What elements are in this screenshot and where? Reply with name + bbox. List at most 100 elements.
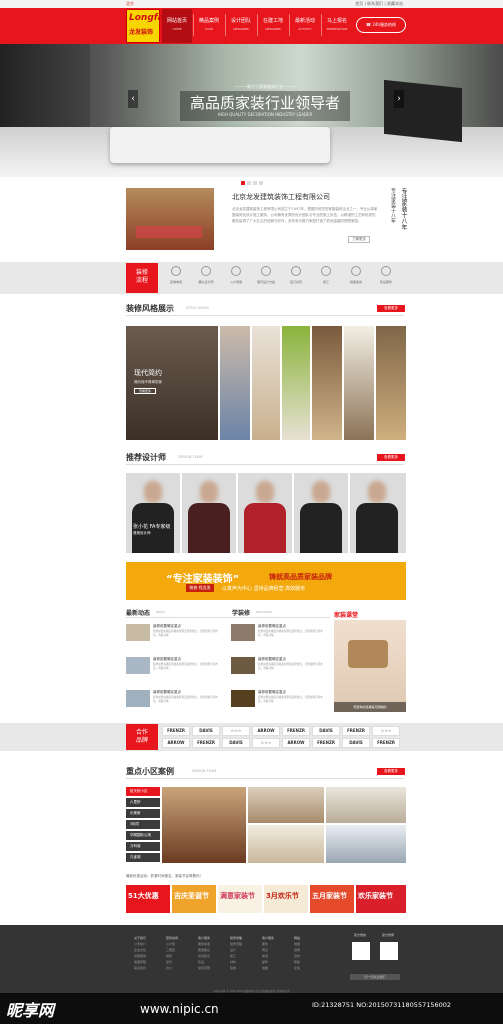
footer-link[interactable]: 帮助	[294, 960, 300, 964]
case-tab[interactable]: 万科城	[126, 842, 160, 851]
case-tab[interactable]: 孔雀城	[126, 853, 160, 862]
case-tab[interactable]: 航天桥小区	[126, 787, 160, 796]
process-step[interactable]: 施工	[314, 266, 338, 284]
partner-logo[interactable]: DAVIS	[192, 726, 220, 736]
footer-link[interactable]: 邮件	[262, 960, 268, 964]
list-item[interactable]: 装修前要确定重点 装修前要先确定风格和预算及装修重点，合理规划空间布局。查看详情	[231, 657, 327, 685]
style-tile[interactable]	[252, 326, 280, 440]
nav-item-reservation[interactable]: 马上报名 RESERVATION	[322, 9, 352, 43]
footer-link[interactable]: 材料	[230, 960, 236, 964]
ad-banner[interactable]: 3月欢乐节	[264, 885, 308, 913]
footer-link[interactable]: 联系我们	[134, 966, 146, 970]
footer-link[interactable]: 常见问题	[198, 966, 210, 970]
partner-logo[interactable]: FRENZR	[372, 738, 400, 748]
city-label[interactable]: 北京	[126, 1, 134, 7]
footer-link[interactable]: 企业文化	[134, 948, 146, 952]
footer-link[interactable]: 小户型	[166, 942, 175, 946]
ad-banner[interactable]: 五月家装节	[310, 885, 354, 913]
footer-link[interactable]: 验收	[230, 966, 236, 970]
footer-link[interactable]: 招聘	[294, 948, 300, 952]
hero-dot[interactable]	[246, 181, 251, 185]
case-tab[interactable]: 华顺国际公寓	[126, 831, 160, 840]
footer-link[interactable]: 合作	[294, 954, 300, 958]
hotline-badge[interactable]: ☎ 24h服务热线	[356, 17, 406, 33]
designer-card[interactable]	[182, 473, 236, 553]
partner-logo[interactable]: FRENZR	[162, 726, 190, 736]
hero-dot[interactable]	[240, 181, 245, 185]
nav-item-site[interactable]: 在建工地 DESIGNER	[258, 9, 288, 43]
partner-logo[interactable]: FRENZR	[282, 726, 310, 736]
process-step[interactable]: 售后服务	[374, 266, 398, 284]
designer-card[interactable]	[126, 473, 180, 553]
style-tile[interactable]	[312, 326, 342, 440]
designer-more-button[interactable]: 查看更多	[377, 454, 405, 461]
footer-link[interactable]: 施工	[230, 954, 236, 958]
footer-link[interactable]: 地图	[294, 942, 300, 946]
partner-logo[interactable]: FRENZR	[342, 726, 370, 736]
nav-item-case[interactable]: 精品案例 CASE	[194, 9, 224, 43]
about-more-button[interactable]: 了解更多	[348, 236, 370, 243]
case-image[interactable]	[326, 787, 406, 823]
designer-card[interactable]	[294, 473, 348, 553]
ad-banner[interactable]: 吉庆圣诞节	[172, 885, 216, 913]
partner-logo[interactable]: ARROW	[282, 738, 310, 748]
cases-more-button[interactable]: 查看更多	[377, 768, 405, 775]
nav-item-home[interactable]: 网站首页 HOME	[162, 9, 192, 43]
case-image[interactable]	[248, 825, 324, 863]
partner-logo[interactable]: FRENZR	[312, 738, 340, 748]
footer-link[interactable]: 公司简介	[134, 942, 146, 946]
footer-link[interactable]: 资质荣誉	[134, 954, 146, 958]
list-item[interactable]: 装修前要确定重点 装修前要先确定风格和预算及装修重点，合理规划空间布局。查看详情	[231, 690, 327, 718]
footer-link[interactable]: 服务承诺	[198, 942, 210, 946]
footer-link[interactable]: 发展历程	[134, 960, 146, 964]
hero-prev-arrow-icon[interactable]: ‹	[128, 90, 138, 108]
footer-link[interactable]: 三居室	[166, 948, 175, 952]
footer-link[interactable]: 服务	[262, 942, 268, 946]
partner-logo[interactable]: FRENZR	[192, 738, 220, 748]
ad-banner[interactable]: 欢乐家装节	[356, 885, 406, 913]
case-tab[interactable]: 3街坊	[126, 820, 160, 829]
footer-link[interactable]: 网点	[262, 948, 268, 952]
list-item[interactable]: 装修前要确定重点 装修前要先确定风格和预算及装修重点，合理规划空间布局。查看详情	[126, 657, 222, 685]
logo[interactable]: Longfa 龙发装饰	[126, 9, 164, 43]
style-more-button[interactable]: 查看更多	[377, 305, 405, 312]
ad-banner[interactable]: 满意家装节	[218, 885, 262, 913]
footer-link[interactable]: 复式	[166, 960, 172, 964]
style-tile[interactable]	[282, 326, 310, 440]
style-view-button[interactable]: 查看更多	[134, 388, 156, 394]
style-tile[interactable]	[344, 326, 374, 440]
case-image[interactable]	[248, 787, 324, 823]
footer-link[interactable]: 别墅	[166, 954, 172, 958]
decorate-promo[interactable]: 家装课堂 家装你的选择是无限制的	[334, 610, 406, 712]
partner-logo[interactable]: ☆☆☆	[372, 726, 400, 736]
partner-logo[interactable]: ARROW	[252, 726, 280, 736]
case-tab[interactable]: 六里桥	[126, 798, 160, 807]
process-step[interactable]: 签订合同	[284, 266, 308, 284]
process-step[interactable]: 量尺设计方案	[254, 266, 278, 284]
hero-dot[interactable]	[252, 181, 257, 185]
footer-link[interactable]: 办公	[166, 966, 172, 970]
partner-logo[interactable]: ☆☆☆	[222, 726, 250, 736]
footer-link[interactable]: 质量保证	[198, 948, 210, 952]
partner-logo[interactable]: DAVIS	[342, 738, 370, 748]
designer-card[interactable]	[238, 473, 292, 553]
top-links[interactable]: 首页 | 联系我们 | 收藏本站	[355, 1, 403, 7]
footer-link[interactable]: 投诉建议	[198, 954, 210, 958]
style-tile[interactable]	[376, 326, 406, 440]
nav-item-activity[interactable]: 最新活动 ACTIVITY	[290, 9, 320, 43]
list-item[interactable]: 装修前要确定重点 装修前要先确定风格和预算及装修重点，合理规划空间布局。查看详情	[126, 624, 222, 652]
footer-link[interactable]: 设计	[230, 948, 236, 952]
footer-link[interactable]: 装修流程	[230, 942, 242, 946]
hero-next-arrow-icon[interactable]: ›	[394, 90, 404, 108]
follow-button[interactable]: 扫一扫关注我们	[350, 974, 400, 980]
partner-logo[interactable]: ARROW	[162, 738, 190, 748]
nav-item-designer[interactable]: 设计团队 DESIGNER	[226, 9, 256, 43]
partner-logo[interactable]: DAVIS	[222, 738, 250, 748]
footer-link[interactable]: 反馈	[294, 966, 300, 970]
partner-logo[interactable]: DAVIS	[312, 726, 340, 736]
designer-card[interactable]	[350, 473, 406, 553]
list-item[interactable]: 装修前要确定重点 装修前要先确定风格和预算及装修重点，合理规划空间布局。查看详情	[231, 624, 327, 652]
promo-banner[interactable]: “专注家装装饰” 铸就高品质家装品牌 装修 找龙发 以真声为中心 坚持品牌经营 …	[126, 562, 406, 600]
footer-link[interactable]: 售后	[198, 960, 204, 964]
list-item[interactable]: 装修前要确定重点 装修前要先确定风格和预算及装修重点，合理规划空间布局。查看详情	[126, 690, 222, 718]
